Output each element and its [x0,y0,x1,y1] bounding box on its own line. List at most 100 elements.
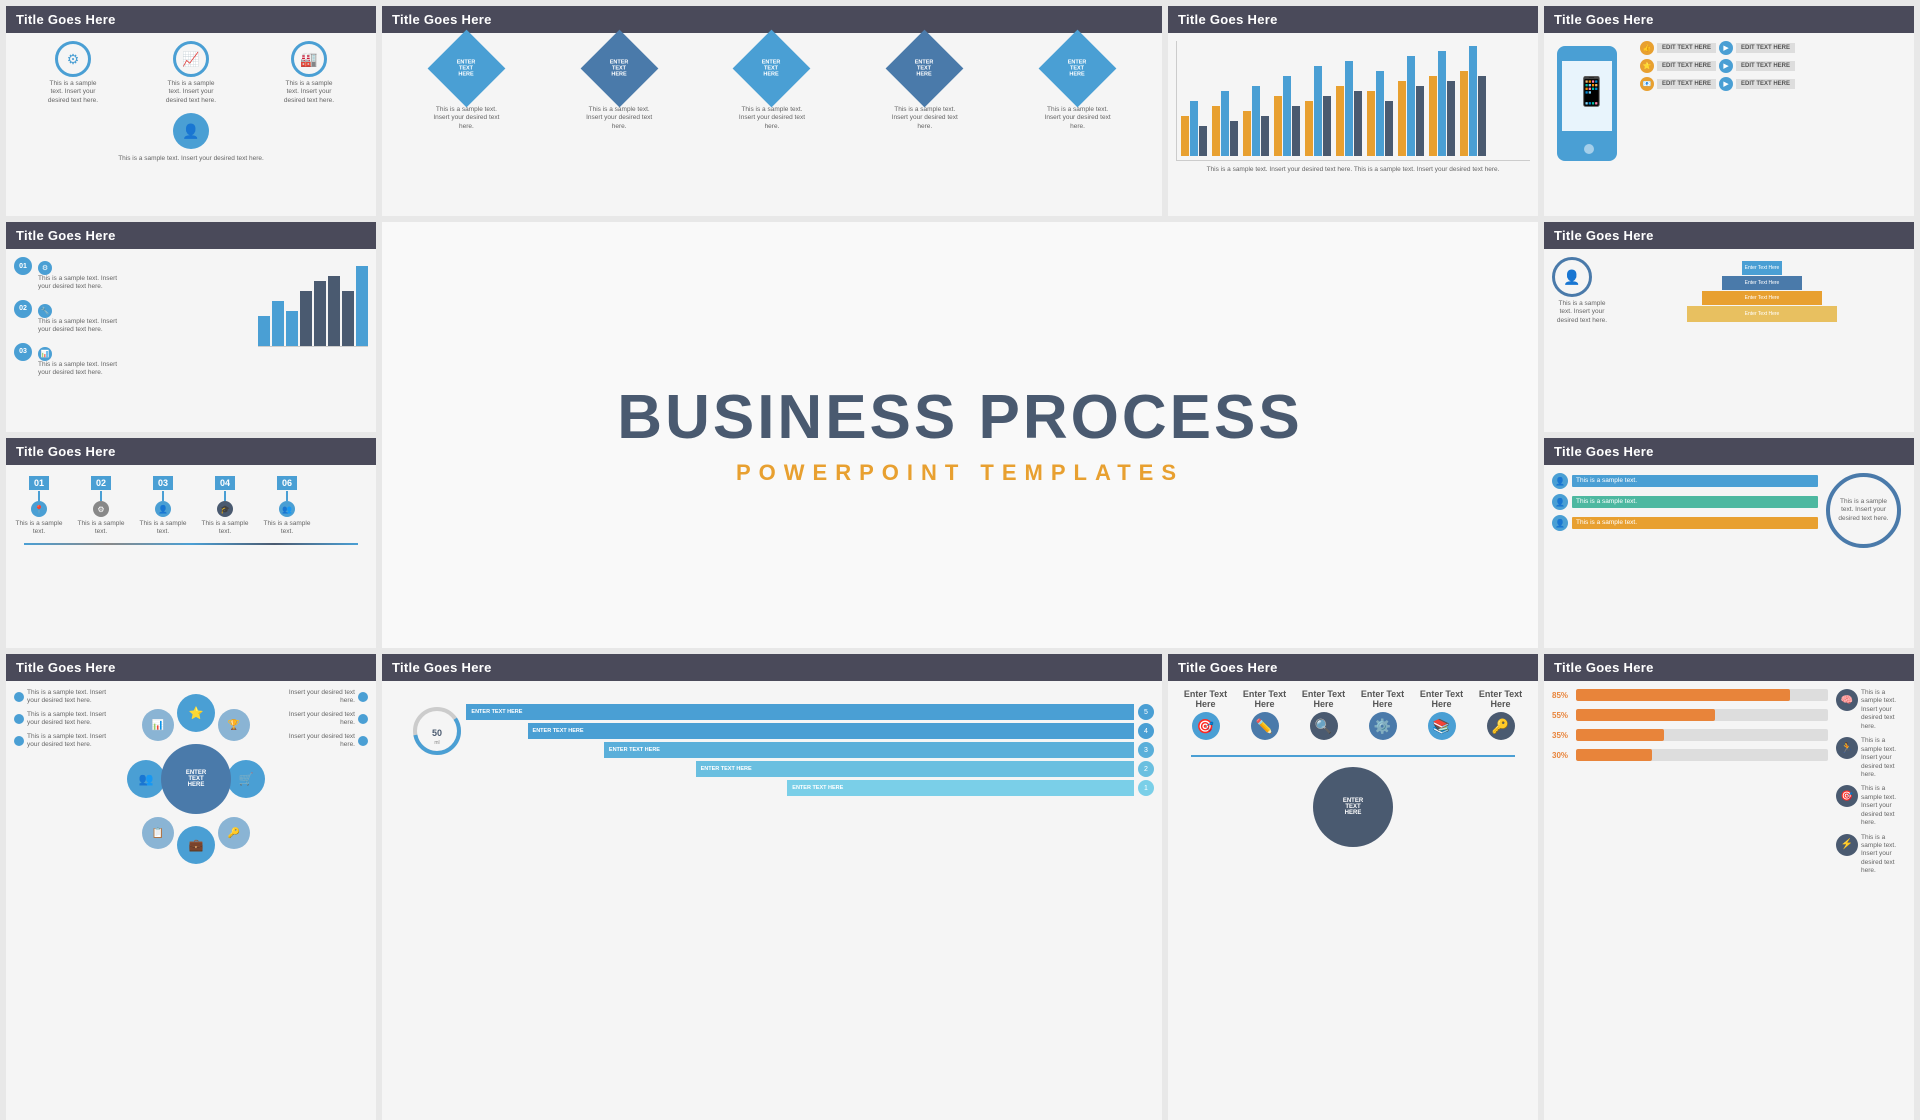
icon-row-2: ✏️ [1251,712,1279,740]
step-1: 1 [1138,780,1154,796]
right-icon-4: ⚡ [1836,834,1858,856]
col-label-4: Enter Text Here [1353,689,1412,709]
slide-4: Title Goes Here 📱 👍 EDIT TEXT HERE ▶ [1544,6,1914,216]
slide-1-body: ⚙ This is a sample text. Insert your des… [6,33,376,211]
edit-6: EDIT TEXT HERE [1736,79,1795,89]
slide-9-header: Title Goes Here [6,654,376,681]
slide-2-header: Title Goes Here [382,6,1162,33]
hex-tl: 📊 [142,709,174,741]
slide-7-header: Title Goes Here [6,438,376,465]
diamond-text-1: This is a sample text. Insert your desir… [431,106,501,131]
icon-row-6: 🔑 [1487,712,1515,740]
col-label-5: Enter Text Here [1412,689,1471,709]
timeline-3: 03 📊 This is a sample text. Insert your … [14,343,250,378]
edit-4: EDIT TEXT HERE [1736,61,1795,71]
slide-12-body: 85% 55% 35% [1544,681,1914,1115]
hex-right: 🛒 [227,760,265,798]
dot-2: ⚙ [93,501,109,517]
featured-title: BUSINESS PROCESS [617,384,1302,452]
person-2: 👤 This is a sample text. [1552,494,1818,510]
gauge-icon: 50 ml [410,704,465,759]
bottom-text: This is a sample text. Insert your desir… [14,155,368,163]
dot-1: 📍 [31,501,47,517]
svg-text:50: 50 [432,728,442,738]
edit-3: EDIT TEXT HERE [1657,61,1716,71]
slide-11: Title Goes Here Enter Text Here 🎯 Enter … [1168,654,1538,1120]
diamond-text-4: This is a sample text. Insert your desir… [890,106,960,131]
pct-2: 55% [1552,711,1572,720]
slide-1: Title Goes Here ⚙ This is a sample text.… [6,6,376,216]
person-3: 👤 This is a sample text. [1552,515,1818,531]
step-4: 4 [1138,723,1154,739]
num-3: 03 [153,476,173,490]
hex-bl: 📋 [142,817,174,849]
icon-1: ⚙ [55,41,91,77]
person-bar-1: This is a sample text. [1572,475,1818,487]
hex-br: 🔑 [218,817,250,849]
center-hex: ENTERTEXTHERE [161,744,231,814]
slide-1-header: Title Goes Here [6,6,376,33]
hex-top: ⭐ [177,694,215,732]
edit-1: EDIT TEXT HERE [1657,43,1716,53]
dot-3: 👤 [155,501,171,517]
slide-5-header: Title Goes Here [6,222,376,249]
svg-text:ml: ml [434,740,439,746]
pct-4: 30% [1552,751,1572,760]
person-1: 👤 This is a sample text. [1552,473,1818,489]
edit-5: EDIT TEXT HERE [1657,79,1716,89]
slide-5-body: 01 ⚙ This is a sample text. Insert your … [6,249,376,427]
slide-9-body: This is a sample text. Insert your desir… [6,681,376,1115]
slide-10: Title Goes Here 50 ml ENTER TEXT HERE 5 [382,654,1162,1120]
slide-8-body: 👤 This is a sample text. 👤 This is a sam… [1544,465,1914,643]
pct-1: 85% [1552,691,1572,700]
slide-7-body: 01 📍 This is a sample text. 02 ⚙ This is… [6,465,376,643]
slide-9: Title Goes Here This is a sample text. I… [6,654,376,1120]
circle-diagram: This is a sample text. Insert your desir… [1826,473,1901,548]
pyramid-bottom: Enter Text Here [1689,311,1835,317]
timeline-2: 02 🔧 This is a sample text. Insert your … [14,300,250,335]
step-5: 5 [1138,704,1154,720]
slide-3-body: This is a sample text. Insert your desir… [1168,33,1538,211]
slide-6-header: Title Goes Here [1544,222,1914,249]
chart-desc: This is a sample text. Insert your desir… [1176,166,1530,174]
col-label-2: Enter Text Here [1235,689,1294,709]
pct-3: 35% [1552,731,1572,740]
slide-8-header: Title Goes Here [1544,438,1914,465]
num-5: 06 [277,476,297,490]
slide-8: Title Goes Here 👤 This is a sample text.… [1544,438,1914,648]
text-3: This is a sample text. Insert your desir… [282,80,337,105]
slide-2: Title Goes Here ENTERTEXTHERE ENTERTEXTH… [382,6,1162,216]
num-1: 01 [29,476,49,490]
diamond-text-3: This is a sample text. Insert your desir… [737,106,807,131]
person-bar-2: This is a sample text. [1572,496,1818,508]
slide-11-header: Title Goes Here [1168,654,1538,681]
col-label-6: Enter Text Here [1471,689,1530,709]
icon-row-3: 🔍 [1310,712,1338,740]
icon-2: 📈 [173,41,209,77]
num-4: 04 [215,476,235,490]
icon-row-1: 🎯 [1192,712,1220,740]
central-icon: ENTERTEXTHERE [1313,767,1393,847]
slide-4-body: 📱 👍 EDIT TEXT HERE ▶ EDIT TEXT HERE ⭐ ED… [1544,33,1914,211]
slide-featured: BUSINESS PROCESS POWERPOINT TEMPLATES [382,222,1538,648]
circle-icon: 👤 [1552,257,1592,297]
step-2: 2 [1138,761,1154,777]
slide-11-body: Enter Text Here 🎯 Enter Text Here ✏️ Ent… [1168,681,1538,1115]
svg-text:📱: 📱 [1574,75,1609,108]
hex-left: 👥 [127,760,165,798]
slide-3-header: Title Goes Here [1168,6,1538,33]
timeline-1: 01 ⚙ This is a sample text. Insert your … [14,257,250,292]
icon-row-4: ⚙️ [1369,712,1397,740]
col-label-3: Enter Text Here [1294,689,1353,709]
person-bar-3: This is a sample text. [1572,517,1818,529]
icon-center: 👤 [173,113,209,149]
text-1: This is a sample text. Insert your desir… [46,80,101,105]
hex-tr: 🏆 [218,709,250,741]
icon-3: 🏭 [291,41,327,77]
slide-10-body: 50 ml ENTER TEXT HERE 5 ENTER TEXT HERE … [382,681,1162,1115]
featured-subtitle: POWERPOINT TEMPLATES [736,460,1184,486]
text-2: This is a sample text. Insert your desir… [164,80,219,105]
slide-7: Title Goes Here 01 📍 This is a sample te… [6,438,376,648]
slide-5: Title Goes Here 01 ⚙ This is a sample te… [6,222,376,432]
right-icon-3: 🎯 [1836,785,1858,807]
